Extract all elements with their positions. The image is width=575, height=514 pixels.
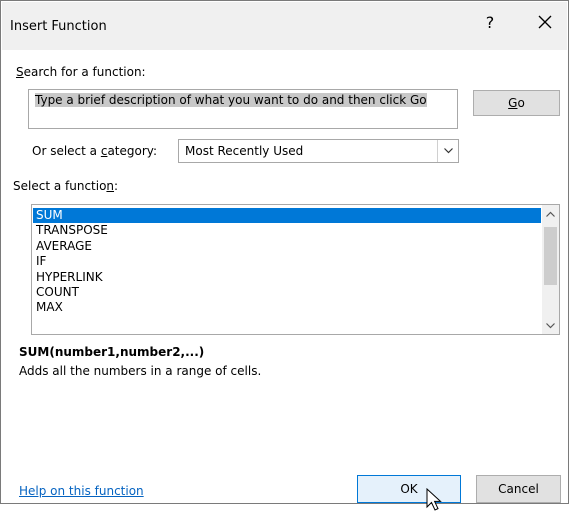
cancel-button-label: Cancel: [498, 482, 539, 496]
scrollbar-thumb[interactable]: [544, 227, 557, 285]
cancel-button[interactable]: Cancel: [476, 475, 561, 503]
title-bar: Insert Function ?: [2, 2, 567, 50]
functions-label: Select a function:: [13, 179, 119, 193]
function-list[interactable]: SUM TRANSPOSE AVERAGE IF HYPERLINK COUNT…: [31, 204, 560, 335]
function-syntax: SUM(number1,number2,...): [19, 345, 205, 359]
category-selected-value: Most Recently Used: [185, 144, 304, 158]
question-icon: ?: [485, 12, 495, 32]
close-icon: [538, 15, 552, 29]
list-scrollbar[interactable]: [542, 205, 559, 334]
search-input-text: Type a brief description of what you wan…: [35, 93, 427, 107]
function-list-items: SUM TRANSPOSE AVERAGE IF HYPERLINK COUNT…: [33, 208, 541, 316]
go-button-label: Go: [508, 96, 525, 110]
ok-button[interactable]: OK: [357, 475, 461, 503]
list-item[interactable]: AVERAGE: [33, 239, 541, 254]
list-item[interactable]: HYPERLINK: [33, 270, 541, 285]
search-input[interactable]: Type a brief description of what you wan…: [28, 89, 458, 129]
chevron-down-icon[interactable]: [542, 317, 559, 334]
chevron-down-icon[interactable]: [437, 140, 458, 162]
go-button[interactable]: Go: [473, 90, 560, 116]
close-button[interactable]: [522, 2, 568, 42]
function-description: Adds all the numbers in a range of cells…: [19, 364, 262, 378]
list-item[interactable]: IF: [33, 254, 541, 269]
chevron-up-icon[interactable]: [542, 205, 559, 222]
list-item[interactable]: COUNT: [33, 285, 541, 300]
dialog-title: Insert Function: [10, 19, 107, 34]
category-select[interactable]: Most Recently Used: [178, 139, 459, 163]
ok-button-label: OK: [400, 482, 418, 496]
list-item[interactable]: TRANSPOSE: [33, 223, 541, 238]
list-item[interactable]: SUM: [33, 208, 541, 224]
search-label: Search for a function:: [16, 65, 146, 79]
mouse-pointer-icon: [426, 488, 442, 511]
insert-function-dialog: Insert Function ? Search for a function:…: [0, 0, 569, 504]
help-on-function-link[interactable]: Help on this function: [19, 484, 144, 498]
category-label: Or select a category:: [32, 144, 158, 158]
list-item[interactable]: MAX: [33, 300, 541, 315]
help-button[interactable]: ?: [470, 2, 510, 42]
